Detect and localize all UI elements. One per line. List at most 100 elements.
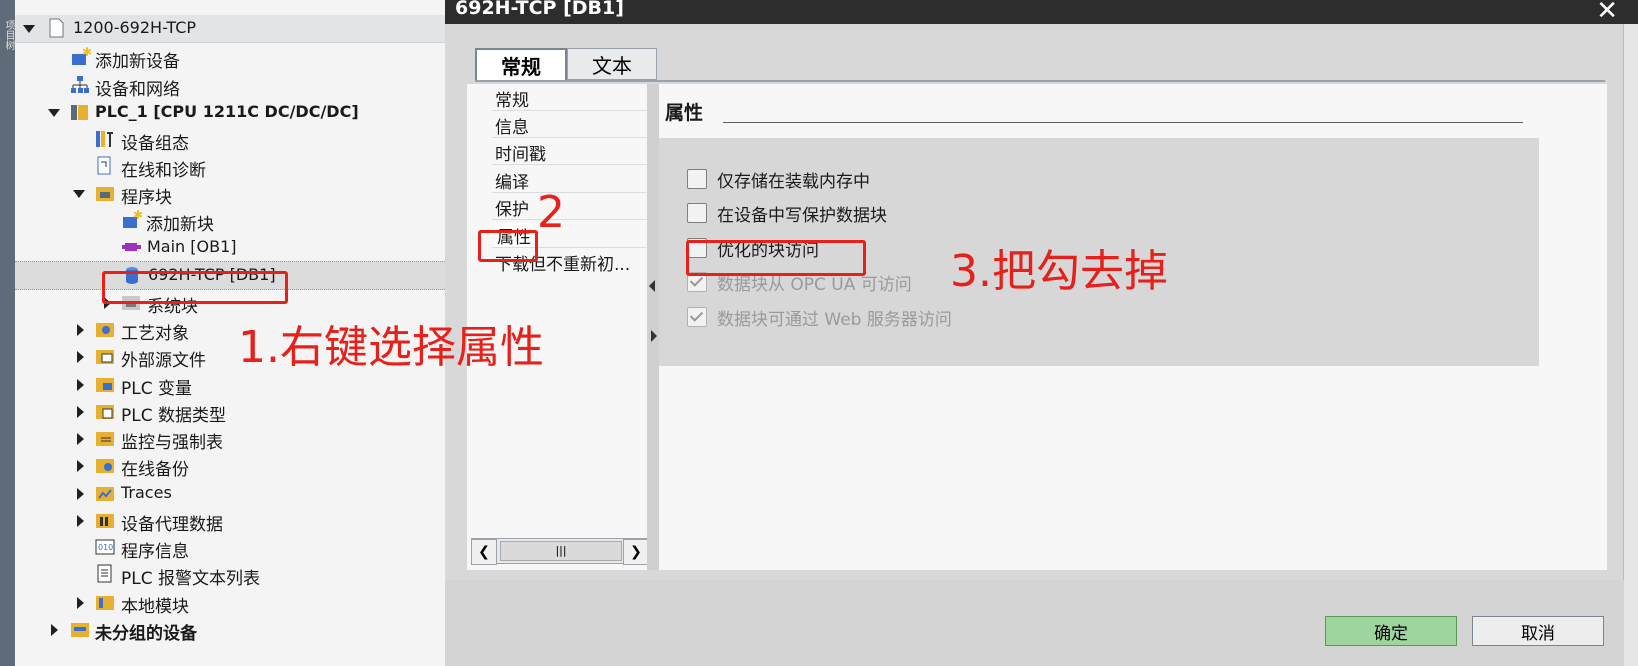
tree-item-local-modules[interactable]: 本地模块 [15,589,445,617]
tree-item-main-ob1[interactable]: Main [OB1] [15,234,445,261]
tree-label: 工艺对象 [121,324,189,344]
tree-item-ungrouped-devices[interactable]: 未分组的设备 [15,616,445,644]
tab-divider [475,80,1605,82]
scroll-left-icon[interactable]: ❮ [471,539,497,565]
ok-button[interactable]: 确定 [1325,616,1457,646]
properties-dialog: 692H-TCP [DB1] ✕ 常规 文本 常规 信息 时间戳 编译 保护 属… [445,0,1638,666]
highlight-optimized-access [686,240,866,276]
option-web-server-access: 数据块可通过 Web 服务器访问 [687,304,952,330]
highlight-db1 [102,271,288,304]
scroll-thumb[interactable]: ||| [500,541,622,561]
tree-item-traces[interactable]: Traces [15,480,445,507]
tree-label: 设备和网络 [95,80,180,100]
option-write-protect[interactable]: 在设备中写保护数据块 [687,200,887,226]
section-divider [723,122,1523,123]
project-file-icon [47,18,67,38]
svg-text:✱: ✱ [82,47,92,59]
tree-label: 监控与强制表 [121,433,223,453]
tree-label: PLC 变量 [121,379,192,399]
tree-item-device-config[interactable]: 设备组态 [15,126,445,154]
tree-item-project[interactable]: 1200-692H-TCP [15,15,445,43]
tree-item-add-device[interactable]: ✱ 添加新设备 [15,44,445,72]
nav-item-protection[interactable]: 保护 [495,195,529,220]
tree-label: Main [OB1] [147,237,237,256]
expand-down-icon[interactable] [23,25,35,33]
alarm-text-list-icon [95,564,115,584]
expand-right-icon[interactable] [651,330,657,342]
expand-right-icon[interactable] [77,379,84,391]
tree-item-program-info[interactable]: 010 程序信息 [15,534,445,562]
tree-label: 设备组态 [121,134,189,154]
external-source-icon [95,346,115,366]
tab-text[interactable]: 文本 [567,48,657,80]
tree-item-online-backup[interactable]: 在线备份 [15,452,445,480]
checkbox[interactable] [687,203,707,223]
option-load-memory-only[interactable]: 仅存储在装载内存中 [687,166,870,192]
expand-right-icon[interactable] [77,515,84,527]
nav-item-compile[interactable]: 编译 [495,168,529,193]
checkbox[interactable] [687,169,707,189]
tree-item-plc[interactable]: PLC_1 [CPU 1211C DC/DC/DC] [15,99,445,126]
tree-item-plc-tags[interactable]: PLC 变量 [15,371,445,399]
tree-item-alarm-texts[interactable]: PLC 报警文本列表 [15,561,445,589]
plc-tags-icon [95,374,115,394]
online-diagnostics-icon [95,156,115,176]
tree-item-add-block[interactable]: ✱ 添加新块 [15,207,445,235]
tree-item-devices-networks[interactable]: 设备和网络 [15,72,445,100]
tree-label: 程序块 [121,188,172,208]
collapse-left-icon[interactable] [649,280,655,292]
tree-label: PLC_1 [CPU 1211C DC/DC/DC] [95,102,359,121]
nav-item-general[interactable]: 常规 [495,86,529,111]
dialog-footer: 确定 取消 [445,580,1624,666]
svg-text:✱: ✱ [133,210,143,222]
tree-label: Traces [121,483,172,502]
watch-tables-icon [95,428,115,448]
organization-block-icon [121,237,141,257]
nav-separator [492,110,647,111]
tree-item-watch-tables[interactable]: 监控与强制表 [15,425,445,453]
tree-item-program-blocks[interactable]: 程序块 [15,180,445,208]
side-strip-label: 项目树 [3,20,14,50]
expand-right-icon[interactable] [77,433,84,445]
tree-item-plc-data-types[interactable]: PLC 数据类型 [15,398,445,426]
option-label: 在设备中写保护数据块 [717,205,887,226]
window-edge [1623,24,1638,666]
option-label: 仅存储在装载内存中 [717,171,870,192]
scroll-right-icon[interactable]: ❯ [623,539,649,565]
tab-general[interactable]: 常规 [475,48,567,82]
tree-label: 添加新块 [146,215,214,235]
tree-label: 本地模块 [121,597,189,617]
nav-separator [492,192,647,193]
left-side-strip: 项目树 [0,0,15,666]
dialog-titlebar: 692H-TCP [DB1] ✕ [445,0,1638,26]
cancel-button[interactable]: 取消 [1472,616,1604,646]
online-backup-icon [95,455,115,475]
close-icon[interactable]: ✕ [1596,0,1618,26]
tree-item-device-proxy[interactable]: 设备代理数据 [15,507,445,535]
nav-item-info[interactable]: 信息 [495,113,529,138]
plc-data-types-icon [95,401,115,421]
tree-item-online-diag[interactable]: 在线和诊断 [15,153,445,181]
svg-text:010: 010 [98,543,113,552]
expand-right-icon[interactable] [77,324,84,336]
add-block-icon: ✱ [121,208,143,230]
tree-label: 设备代理数据 [121,515,223,535]
expand-down-icon[interactable] [48,109,60,117]
panel-splitter[interactable] [647,84,659,570]
expand-down-icon[interactable] [73,190,85,198]
expand-right-icon[interactable] [77,351,84,363]
expand-right-icon[interactable] [77,488,84,500]
nav-item-timestamp[interactable]: 时间戳 [495,140,546,165]
local-modules-icon [95,592,115,612]
highlight-attributes-nav [478,230,538,262]
annotation-step3: 3.把勾去掉 [950,246,1168,297]
expand-right-icon[interactable] [77,597,84,609]
nav-horizontal-scrollbar[interactable]: ❮ ||| ❯ [471,538,649,565]
attributes-content: 属性 仅存储在装载内存中 在设备中写保护数据块 优化的块访问 数据块从 OPC … [659,84,1607,570]
tree-label: 外部源文件 [121,351,206,371]
program-blocks-icon [95,183,115,203]
expand-right-icon[interactable] [77,406,84,418]
expand-right-icon[interactable] [51,624,58,636]
expand-right-icon[interactable] [77,460,84,472]
tree-label: PLC 报警文本列表 [121,569,260,589]
